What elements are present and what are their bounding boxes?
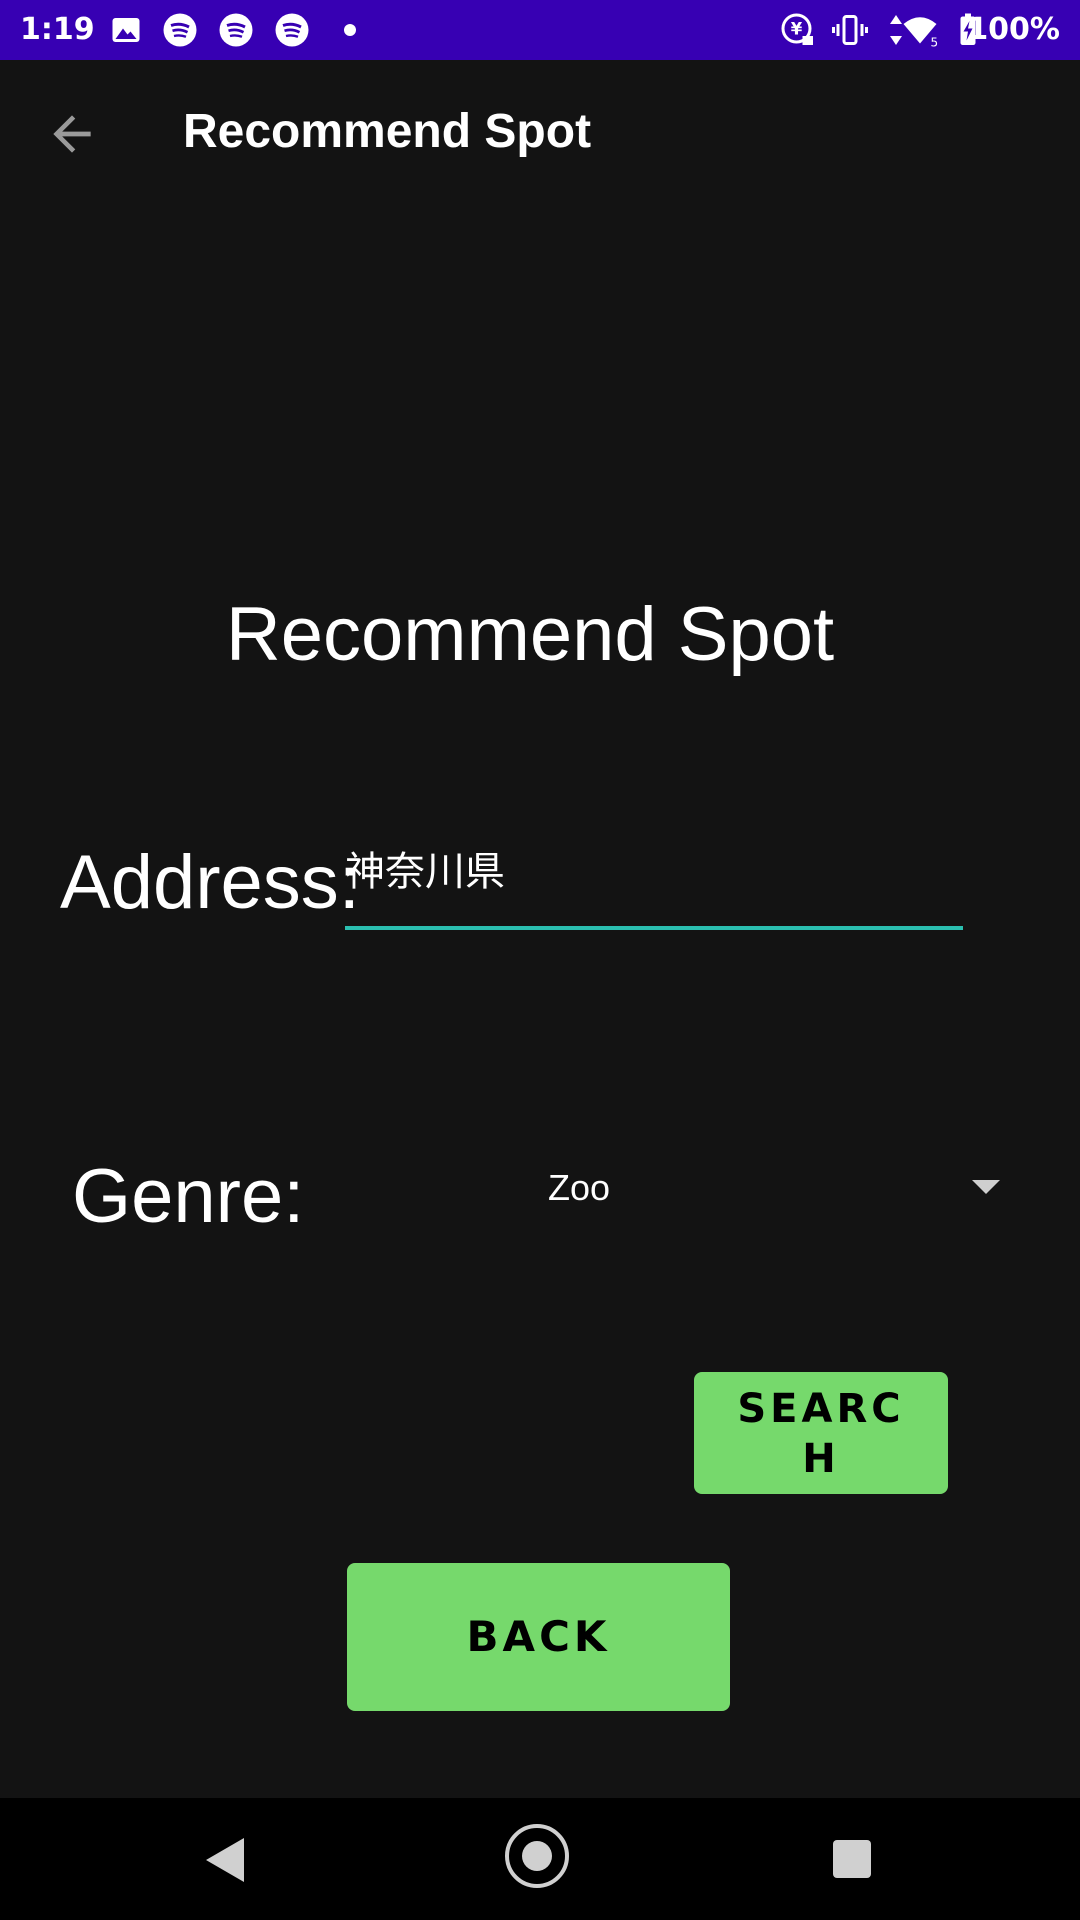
svg-text:5: 5: [931, 36, 939, 49]
genre-label: Genre:: [72, 1154, 305, 1239]
app-bar-title: Recommend Spot: [183, 105, 592, 158]
search-button-label: SEARCH: [737, 1386, 905, 1482]
genre-selected-value: Zoo: [548, 1167, 611, 1208]
page-heading: Recommend Spot: [225, 592, 835, 677]
svg-text:¥: ¥: [791, 20, 803, 39]
address-label: Address:: [60, 840, 360, 925]
battery-percent: 100%: [967, 12, 1060, 47]
address-input[interactable]: 神奈川県: [345, 840, 963, 930]
genre-dropdown[interactable]: Zoo: [530, 1150, 1000, 1230]
back-button[interactable]: BACK: [347, 1563, 730, 1711]
data-saver-icon: ¥: [781, 13, 813, 45]
spotify-icon: [275, 13, 309, 47]
spotify-icon: [219, 13, 253, 47]
image-icon: [112, 18, 140, 42]
arrow-back-icon[interactable]: [44, 106, 100, 162]
address-value: 神奈川県: [345, 849, 505, 895]
status-time: 1:19: [20, 12, 95, 47]
spotify-icon: [163, 13, 197, 47]
navigation-bar: [0, 1798, 1080, 1920]
nav-back-icon[interactable]: [206, 1838, 244, 1882]
app-bar: Recommend Spot: [0, 60, 1080, 208]
status-bar: 1:19 ¥ 5 100%: [0, 0, 1080, 60]
wifi-icon: 5: [903, 17, 939, 49]
nav-recents-icon[interactable]: [833, 1840, 871, 1878]
dot-icon: [344, 24, 356, 36]
caret-down-icon: [972, 1180, 1000, 1194]
vibrate-icon: [832, 15, 868, 45]
nav-home-icon[interactable]: [505, 1824, 569, 1888]
search-button[interactable]: SEARCH: [694, 1372, 948, 1494]
